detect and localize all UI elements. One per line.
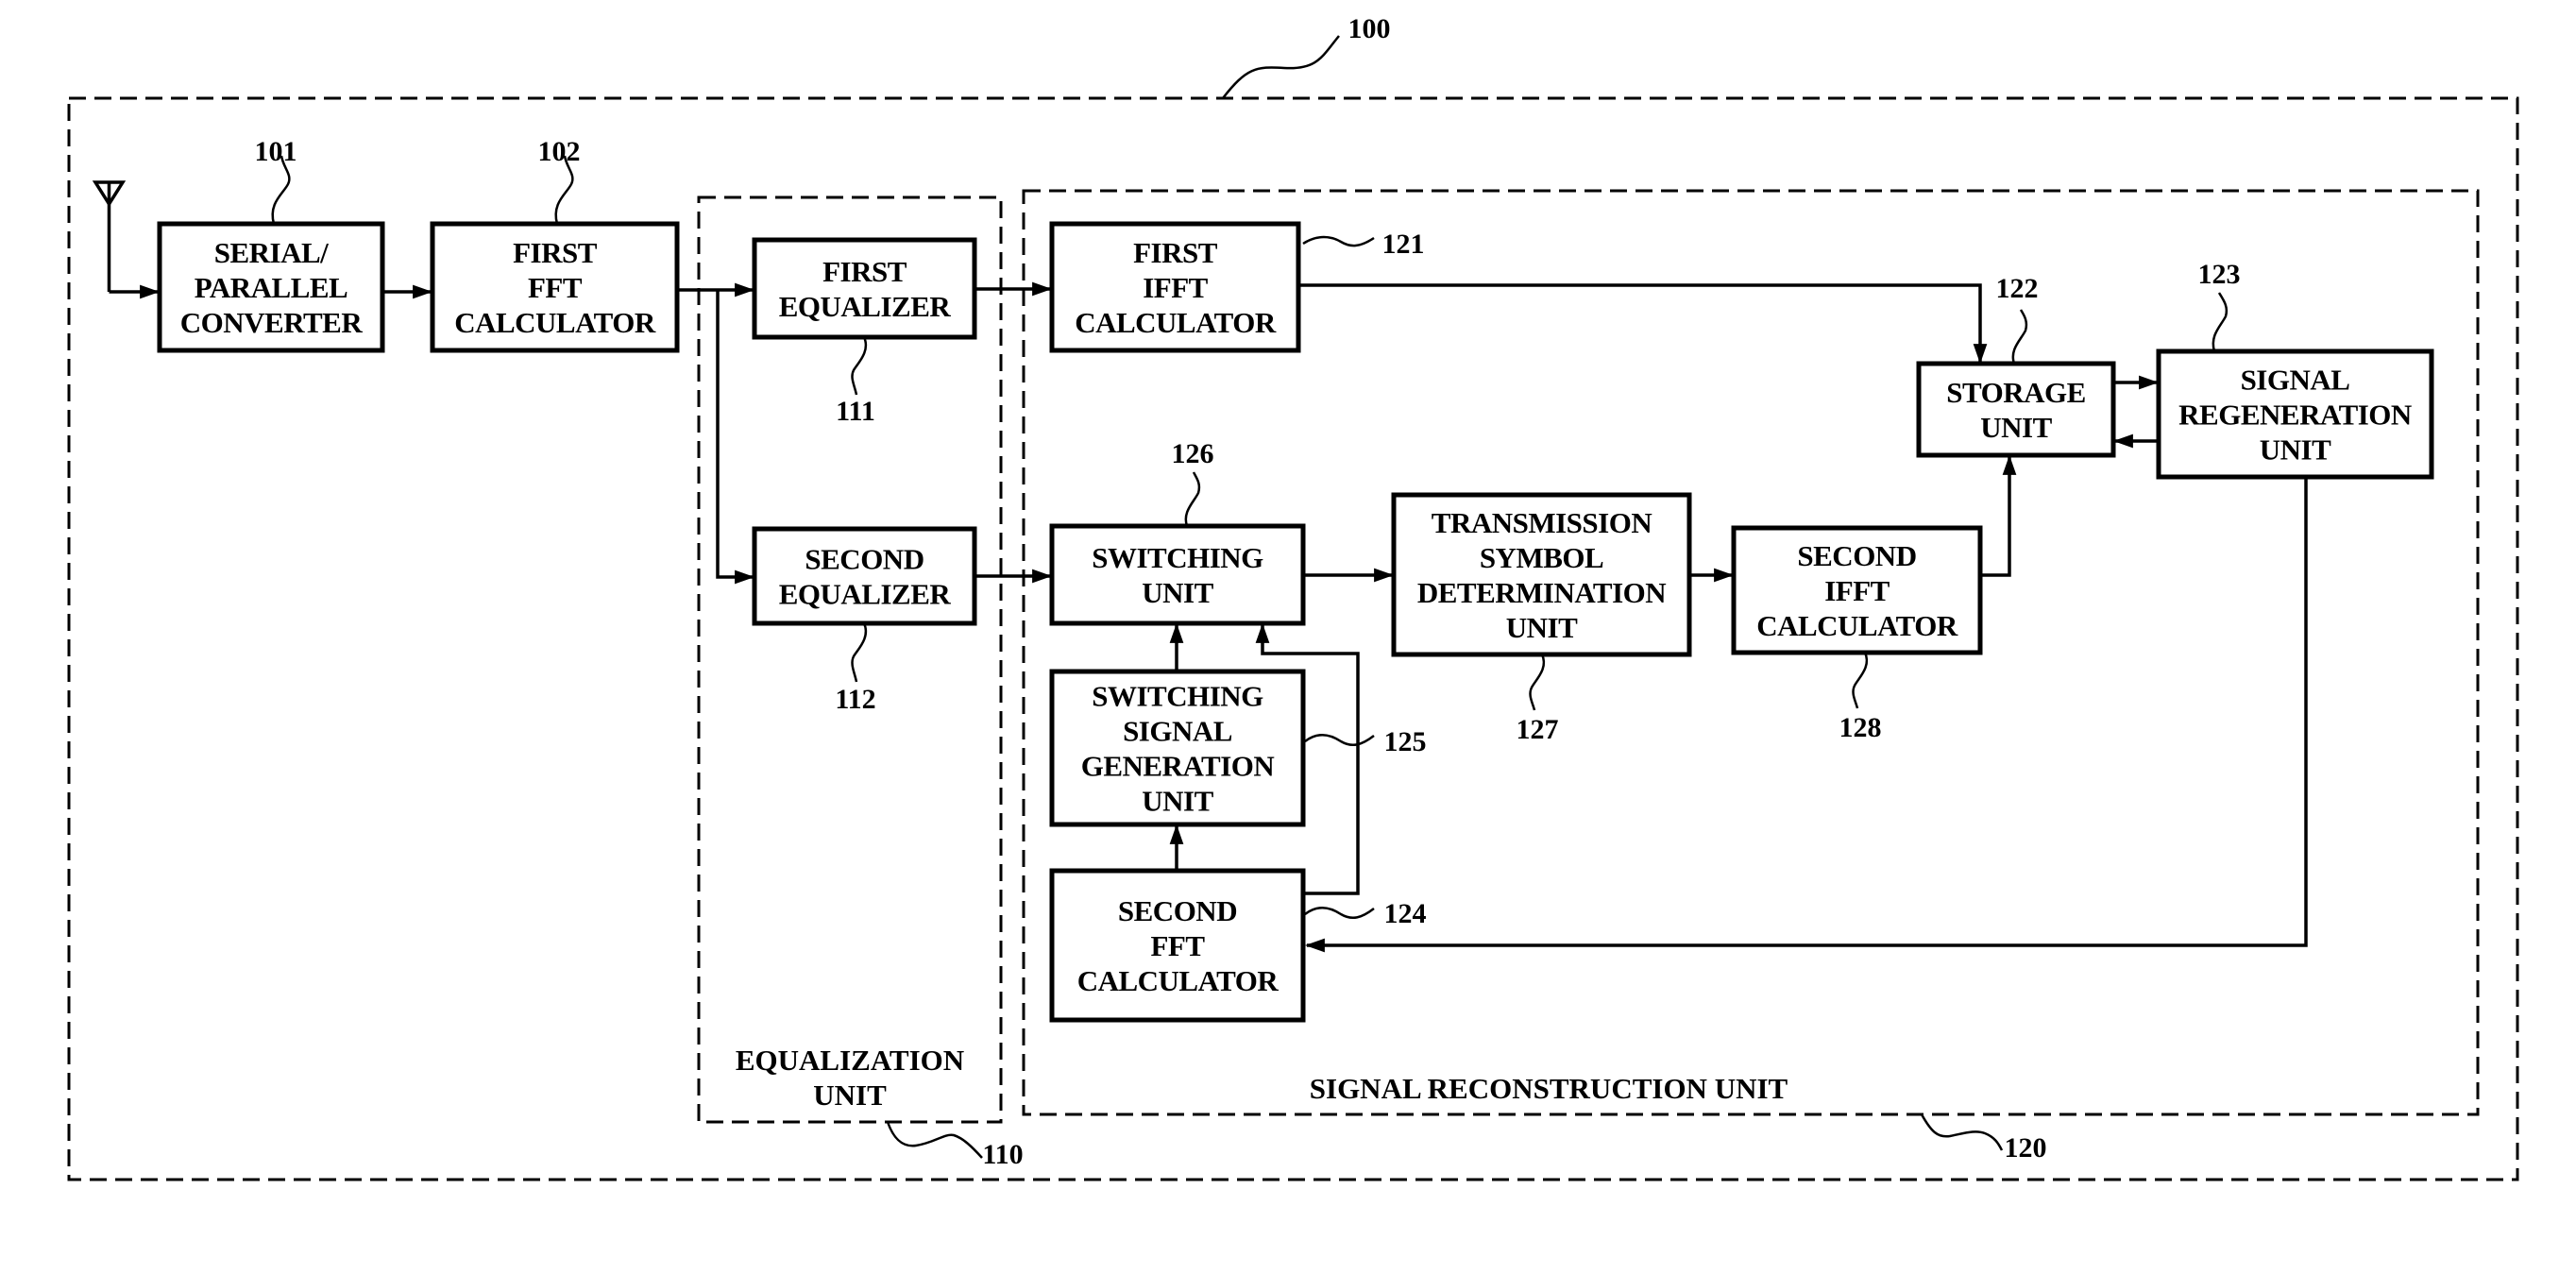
- leader-127: [1529, 654, 1546, 711]
- leader-100: [1222, 35, 1340, 99]
- second-ifft-calculator-block: SECONDIFFTCALCULATOR: [1731, 525, 1983, 655]
- second-fft-calculator-label-line: FFT: [1150, 929, 1205, 962]
- second-fft-calculator-label-line: CALCULATOR: [1077, 964, 1280, 997]
- leader-122: [2011, 309, 2028, 365]
- storage-unit-label-line: UNIT: [1980, 411, 2052, 444]
- blocks: SERIAL/PARALLELCONVERTERFIRSTFFTCALCULAT…: [157, 221, 2434, 1023]
- block-diagram: EQUALIZATION UNIT SIGNAL RECONSTRUCTION …: [67, 13, 2519, 1181]
- leader-124: [1304, 907, 1375, 920]
- leader-125: [1304, 734, 1375, 747]
- ref-numeral-120: 120: [2005, 1132, 2047, 1164]
- leader-110: [886, 1121, 983, 1159]
- ref-numeral-126: 126: [1172, 438, 1214, 469]
- ref-numeral-122: 122: [1996, 273, 2039, 304]
- transmission-symbol-determination-unit-label-line: SYMBOL: [1480, 541, 1603, 574]
- switching-signal-generation-unit-label-line: SIGNAL: [1123, 715, 1232, 748]
- first-ifft-calculator-block: FIRSTIFFTCALCULATOR: [1049, 221, 1301, 353]
- leader-123: [2212, 292, 2229, 352]
- leader-121: [1302, 235, 1375, 247]
- first-equalizer-label-line: FIRST: [822, 255, 907, 288]
- transmission-symbol-determination-unit-label-line: TRANSMISSION: [1432, 506, 1652, 539]
- ref-numeral-101: 101: [255, 136, 297, 167]
- wire-second-ifft-to-storage: [1980, 454, 2017, 577]
- transmission-symbol-determination-unit-block: TRANSMISSIONSYMBOLDETERMINATIONUNIT: [1391, 492, 1692, 657]
- first-fft-calculator-block: FIRSTFFTCALCULATOR: [430, 221, 680, 353]
- equalization-unit-label-line-1: EQUALIZATION: [736, 1044, 964, 1077]
- serial-parallel-converter-block: SERIAL/PARALLELCONVERTER: [157, 221, 385, 353]
- second-ifft-calculator-label-line: IFFT: [1824, 574, 1890, 607]
- equalization-unit-label-line-2: UNIT: [813, 1079, 887, 1112]
- ref-numeral-112: 112: [835, 684, 875, 715]
- storage-unit-label-line: STORAGE: [1946, 376, 2086, 409]
- serial-parallel-converter-label-line: PARALLEL: [195, 271, 348, 304]
- ref-numeral-110: 110: [982, 1139, 1023, 1170]
- leader-111: [851, 336, 868, 396]
- antenna-icon: [92, 180, 127, 292]
- leader-126: [1184, 471, 1201, 527]
- leader-128: [1852, 652, 1869, 709]
- serial-parallel-converter-label-line: SERIAL/: [214, 236, 329, 269]
- ref-numeral-100: 100: [1348, 13, 1391, 44]
- switching-unit-label-line: UNIT: [1142, 576, 1213, 609]
- signal-regeneration-unit-block: SIGNALREGENERATIONUNIT: [2156, 348, 2434, 480]
- first-fft-calculator-label-line: FFT: [528, 271, 583, 304]
- first-ifft-calculator-label-line: FIRST: [1133, 236, 1218, 269]
- wire-fft-to-second-eq: [716, 290, 755, 585]
- ref-numeral-127: 127: [1517, 714, 1559, 745]
- signal-reconstruction-unit-label: SIGNAL RECONSTRUCTION UNIT: [1310, 1072, 1788, 1105]
- second-equalizer-block: SECONDEQUALIZER: [752, 526, 977, 626]
- first-fft-calculator-label-line: CALCULATOR: [454, 306, 656, 339]
- ref-numeral-124: 124: [1384, 898, 1427, 929]
- wire-ifft-to-storage: [1298, 283, 1988, 365]
- second-ifft-calculator-label-line: SECOND: [1797, 539, 1916, 572]
- signal-regeneration-unit-label-line: SIGNAL: [2241, 364, 2350, 397]
- transmission-symbol-determination-unit-label-line: DETERMINATION: [1417, 576, 1666, 609]
- signal-regeneration-unit-label-line: UNIT: [2260, 433, 2331, 467]
- switching-signal-generation-unit-label-line: SWITCHING: [1092, 680, 1263, 713]
- signal-regeneration-unit-label-line: REGENERATION: [2178, 399, 2412, 432]
- ref-numeral-125: 125: [1384, 726, 1427, 757]
- storage-unit-block: STORAGEUNIT: [1916, 361, 2116, 458]
- switching-signal-generation-unit-block: SWITCHINGSIGNALGENERATIONUNIT: [1049, 669, 1306, 827]
- ref-numeral-121: 121: [1382, 229, 1425, 260]
- first-fft-calculator-label-line: FIRST: [513, 236, 598, 269]
- first-equalizer-block: FIRSTEQUALIZER: [752, 237, 977, 340]
- serial-parallel-converter-label-line: CONVERTER: [180, 306, 364, 339]
- first-ifft-calculator-label-line: CALCULATOR: [1075, 306, 1277, 339]
- ref-numeral-111: 111: [836, 396, 875, 427]
- second-equalizer-label-line: EQUALIZER: [779, 578, 952, 611]
- switching-unit-block: SWITCHINGUNIT: [1049, 523, 1306, 626]
- second-equalizer-label-line: SECOND: [805, 543, 924, 576]
- ref-numeral-102: 102: [538, 136, 581, 167]
- first-equalizer-label-line: EQUALIZER: [779, 290, 952, 323]
- second-fft-calculator-block: SECONDFFTCALCULATOR: [1049, 868, 1306, 1023]
- first-ifft-calculator-label-line: IFFT: [1143, 271, 1208, 304]
- ref-numeral-123: 123: [2198, 259, 2241, 290]
- second-fft-calculator-label-line: SECOND: [1118, 894, 1237, 927]
- ref-numeral-128: 128: [1839, 712, 1882, 743]
- leader-120: [1920, 1113, 2004, 1151]
- switching-signal-generation-unit-label-line: GENERATION: [1081, 750, 1275, 783]
- leader-112: [851, 622, 868, 683]
- switching-unit-label-line: SWITCHING: [1092, 541, 1263, 574]
- transmission-symbol-determination-unit-label-line: UNIT: [1506, 611, 1578, 644]
- second-ifft-calculator-label-line: CALCULATOR: [1756, 609, 1958, 642]
- switching-signal-generation-unit-label-line: UNIT: [1142, 785, 1213, 818]
